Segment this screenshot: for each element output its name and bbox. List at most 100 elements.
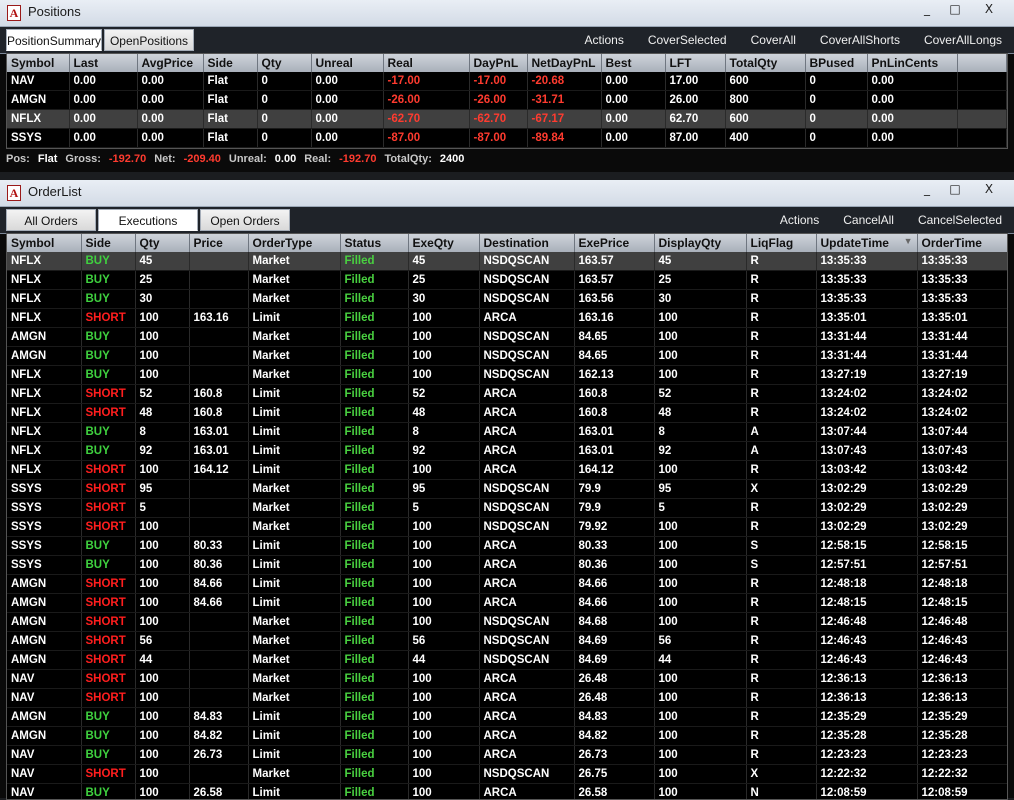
tab-executions[interactable]: Executions (98, 209, 198, 231)
maximize-icon[interactable]: □ (942, 0, 968, 18)
execution-row[interactable]: NFLXSHORT48160.8LimitFilled48ARCA160.848… (7, 404, 1007, 423)
cancel-selected-button[interactable]: CancelSelected (918, 213, 1002, 227)
cell-exeprice: 84.69 (574, 632, 654, 651)
column-header-ordertime[interactable]: OrderTime (917, 234, 1007, 252)
column-header-real[interactable]: Real (383, 54, 469, 72)
cover-all-shorts-button[interactable]: CoverAllShorts (820, 33, 900, 47)
column-header-liqflag[interactable]: LiqFlag (746, 234, 816, 252)
cover-all-button[interactable]: CoverAll (751, 33, 796, 47)
cell-ordertype: Market (248, 328, 340, 347)
orderlist-titlebar[interactable]: A OrderList _ □ X (0, 180, 1014, 207)
cell-price (189, 499, 248, 518)
positions-grid: SymbolLastAvgPriceSideQtyUnrealRealDayPn… (6, 53, 1008, 149)
execution-row[interactable]: NAVBUY10026.73LimitFilled100ARCA26.73100… (7, 746, 1007, 765)
cover-selected-button[interactable]: CoverSelected (648, 33, 727, 47)
column-header-last[interactable]: Last (69, 54, 137, 72)
positions-titlebar[interactable]: A Positions _ □ X (0, 0, 1014, 27)
execution-row[interactable]: NFLXBUY100MarketFilled100NSDQSCAN162.131… (7, 366, 1007, 385)
minimize-icon[interactable]: _ (914, 0, 940, 18)
column-header-lft[interactable]: LFT (665, 54, 725, 72)
execution-row[interactable]: NAVSHORT100MarketFilled100NSDQSCAN26.751… (7, 765, 1007, 784)
column-header-destination[interactable]: Destination (479, 234, 574, 252)
execution-row[interactable]: NAVSHORT100MarketFilled100ARCA26.48100R1… (7, 670, 1007, 689)
cover-all-longs-button[interactable]: CoverAllLongs (924, 33, 1002, 47)
execution-row[interactable]: NFLXBUY30MarketFilled30NSDQSCAN163.5630R… (7, 290, 1007, 309)
column-header-qty[interactable]: Qty (257, 54, 311, 72)
cell-avgprice: 0.00 (137, 72, 203, 91)
column-header-price[interactable]: Price (189, 234, 248, 252)
close-icon[interactable]: X (970, 0, 1008, 18)
cell-price: 80.33 (189, 537, 248, 556)
position-row[interactable]: SSYS0.000.00Flat00.00-87.00-87.00-89.840… (7, 129, 1007, 148)
execution-row[interactable]: SSYSSHORT5MarketFilled5NSDQSCAN79.95R13:… (7, 499, 1007, 518)
column-header-updatetime[interactable]: UpdateTime▼ (816, 234, 917, 252)
column-header-symbol[interactable]: Symbol (7, 54, 69, 72)
cancel-all-button[interactable]: CancelAll (843, 213, 894, 227)
execution-row[interactable]: SSYSSHORT95MarketFilled95NSDQSCAN79.995X… (7, 480, 1007, 499)
execution-row[interactable]: AMGNBUY100MarketFilled100NSDQSCAN84.6510… (7, 347, 1007, 366)
execution-row[interactable]: NFLXSHORT100164.12LimitFilled100ARCA164.… (7, 461, 1007, 480)
column-header-unreal[interactable]: Unreal (311, 54, 383, 72)
column-header-exeprice[interactable]: ExePrice (574, 234, 654, 252)
execution-row[interactable]: AMGNBUY10084.83LimitFilled100ARCA84.8310… (7, 708, 1007, 727)
cell-status: Filled (340, 328, 408, 347)
execution-row[interactable]: NFLXBUY92163.01LimitFilled92ARCA163.0192… (7, 442, 1007, 461)
execution-row[interactable]: NFLXBUY8163.01LimitFilled8ARCA163.018A13… (7, 423, 1007, 442)
column-header-netdaypnl[interactable]: NetDayPnL (527, 54, 601, 72)
column-header-side[interactable]: Side (81, 234, 135, 252)
execution-row[interactable]: NFLXSHORT100163.16LimitFilled100ARCA163.… (7, 309, 1007, 328)
positions-summary-bar: Pos: Flat Gross: -192.70 Net: -209.40 Un… (6, 150, 472, 168)
close-icon[interactable]: X (970, 180, 1008, 198)
cell-qty: 30 (135, 290, 189, 309)
column-header-symbol[interactable]: Symbol (7, 234, 81, 252)
column-header-bpused[interactable]: BPused (805, 54, 867, 72)
execution-row[interactable]: SSYSBUY10080.36LimitFilled100ARCA80.3610… (7, 556, 1007, 575)
cell-displayqty: 100 (654, 537, 746, 556)
execution-row[interactable]: AMGNSHORT56MarketFilled56NSDQSCAN84.6956… (7, 632, 1007, 651)
column-header-displayqty[interactable]: DisplayQty (654, 234, 746, 252)
execution-row[interactable]: NFLXBUY25MarketFilled25NSDQSCAN163.5725R… (7, 271, 1007, 290)
cell-liqflag: X (746, 765, 816, 784)
execution-row[interactable]: AMGNSHORT100MarketFilled100NSDQSCAN84.68… (7, 613, 1007, 632)
column-header-exeqty[interactable]: ExeQty (408, 234, 479, 252)
execution-row[interactable]: NAVSHORT100MarketFilled100ARCA26.48100R1… (7, 689, 1007, 708)
tab-position-summary[interactable]: PositionSummary (6, 29, 102, 51)
position-row[interactable]: NAV0.000.00Flat00.00-17.00-17.00-20.680.… (7, 72, 1007, 91)
execution-row[interactable]: AMGNSHORT10084.66LimitFilled100ARCA84.66… (7, 594, 1007, 613)
column-header-totalqty[interactable]: TotalQty (725, 54, 805, 72)
actions-menu[interactable]: Actions (584, 33, 623, 47)
minimize-icon[interactable]: _ (914, 180, 940, 198)
cell-qty: 5 (135, 499, 189, 518)
tab-all-orders[interactable]: All Orders (6, 209, 96, 231)
column-header-qty[interactable]: Qty (135, 234, 189, 252)
cell-exeprice: 84.69 (574, 651, 654, 670)
cell-qty: 0 (257, 129, 311, 148)
column-header-pnlincents[interactable]: PnLinCents (867, 54, 957, 72)
column-header-status[interactable]: Status (340, 234, 408, 252)
cell-qty: 25 (135, 271, 189, 290)
execution-row[interactable]: SSYSBUY10080.33LimitFilled100ARCA80.3310… (7, 537, 1007, 556)
column-header-best[interactable]: Best (601, 54, 665, 72)
execution-row[interactable]: NFLXBUY45MarketFilled45NSDQSCAN163.5745R… (7, 252, 1007, 271)
execution-row[interactable]: NFLXSHORT52160.8LimitFilled52ARCA160.852… (7, 385, 1007, 404)
tab-open-positions[interactable]: OpenPositions (104, 29, 194, 51)
position-row[interactable]: AMGN0.000.00Flat00.00-26.00-26.00-31.710… (7, 91, 1007, 110)
execution-row[interactable]: AMGNBUY10084.82LimitFilled100ARCA84.8210… (7, 727, 1007, 746)
cell-price (189, 651, 248, 670)
maximize-icon[interactable]: □ (942, 180, 968, 198)
column-header-ordertype[interactable]: OrderType (248, 234, 340, 252)
position-row[interactable]: NFLX0.000.00Flat00.00-62.70-62.70-67.170… (7, 110, 1007, 129)
execution-row[interactable]: SSYSSHORT100MarketFilled100NSDQSCAN79.92… (7, 518, 1007, 537)
column-header-daypnl[interactable]: DayPnL (469, 54, 527, 72)
execution-row[interactable]: AMGNBUY100MarketFilled100NSDQSCAN84.6510… (7, 328, 1007, 347)
column-header-avgprice[interactable]: AvgPrice (137, 54, 203, 72)
execution-row[interactable]: AMGNSHORT10084.66LimitFilled100ARCA84.66… (7, 575, 1007, 594)
cell-ordertime: 12:48:15 (917, 594, 1007, 613)
cell-price (189, 271, 248, 290)
cell-destination: ARCA (479, 689, 574, 708)
cell-exeprice: 26.75 (574, 765, 654, 784)
column-header-side[interactable]: Side (203, 54, 257, 72)
actions-menu[interactable]: Actions (780, 213, 819, 227)
execution-row[interactable]: AMGNSHORT44MarketFilled44NSDQSCAN84.6944… (7, 651, 1007, 670)
tab-open-orders[interactable]: Open Orders (200, 209, 290, 231)
